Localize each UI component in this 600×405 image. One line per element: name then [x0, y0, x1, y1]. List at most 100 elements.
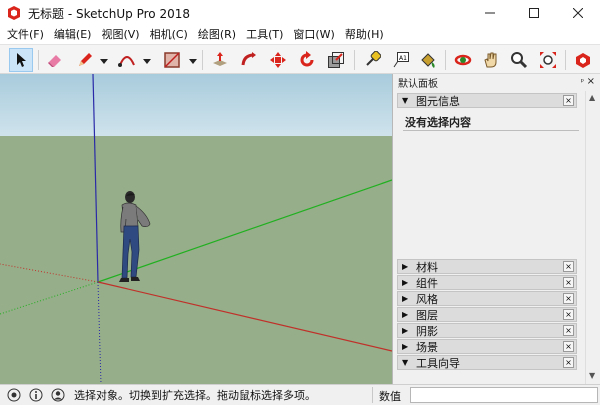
scale-icon — [328, 52, 344, 68]
extension-warehouse-icon — [576, 53, 590, 68]
pan-hand-icon — [484, 52, 497, 68]
scroll-down-icon[interactable]: ▼ — [589, 371, 595, 380]
close-tray-icon[interactable]: × — [563, 261, 574, 272]
menu-edit[interactable]: 编辑(E) — [49, 26, 97, 44]
collapsed-triangle-icon: ▶ — [402, 326, 409, 335]
menu-help[interactable]: 帮助(H) — [340, 26, 389, 44]
arc-icon — [118, 56, 135, 67]
toolbar-separator — [202, 50, 203, 70]
scale-tool-button[interactable] — [324, 48, 348, 72]
panel-scrollbar[interactable]: ▲ ▼ — [585, 91, 600, 384]
maximize-button[interactable] — [512, 0, 556, 26]
minimize-button[interactable] — [468, 0, 512, 26]
follow-me-icon — [241, 52, 256, 66]
menu-draw[interactable]: 绘图(R) — [193, 26, 241, 44]
user-account-icon[interactable] — [50, 387, 66, 403]
menu-file[interactable]: 文件(F) — [2, 26, 49, 44]
close-tray-icon[interactable]: × — [563, 95, 574, 106]
menu-view[interactable]: 视图(V) — [96, 26, 144, 44]
minimize-icon — [485, 12, 495, 14]
paint-bucket-icon — [421, 53, 435, 68]
select-arrow-icon — [17, 53, 26, 67]
close-panel-icon[interactable]: × — [587, 76, 595, 87]
follow-me-tool-button[interactable] — [237, 48, 261, 72]
zoom-extents-icon — [540, 52, 556, 68]
tray-shadows[interactable]: ▶ 阴影 × — [397, 323, 577, 338]
maximize-icon — [529, 8, 539, 18]
close-icon — [573, 8, 583, 18]
rectangle-tool-button[interactable] — [160, 48, 184, 72]
tray-materials[interactable]: ▶ 材料 × — [397, 259, 577, 274]
scene-canvas[interactable] — [0, 74, 392, 384]
entity-info-body: 没有选择内容 — [397, 111, 579, 131]
geo-location-icon[interactable] — [6, 387, 22, 403]
chevron-down-icon[interactable] — [189, 57, 197, 65]
menu-tools[interactable]: 工具(T) — [241, 26, 288, 44]
scroll-up-icon[interactable]: ▲ — [589, 93, 595, 102]
extension-warehouse-button[interactable] — [571, 48, 595, 72]
tray-components[interactable]: ▶ 组件 × — [397, 275, 577, 290]
pin-icon[interactable]: ᵖ — [581, 77, 584, 86]
measurements-input[interactable] — [410, 387, 598, 403]
tray-label: 图元信息 — [416, 94, 460, 108]
collapsed-triangle-icon: ▶ — [402, 262, 409, 271]
orbit-tool-button[interactable] — [451, 48, 475, 72]
tray-label: 组件 — [416, 276, 438, 290]
menu-window[interactable]: 窗口(W) — [288, 26, 339, 44]
tray-label: 工具向导 — [416, 356, 460, 370]
main-toolbar: A1 — [0, 44, 600, 74]
toolbar-separator — [565, 50, 566, 70]
model-viewport[interactable] — [0, 74, 392, 384]
sky — [0, 74, 392, 136]
toolbar-separator — [354, 50, 355, 70]
sketchup-logo-icon — [8, 6, 20, 20]
tray-label: 场景 — [416, 340, 438, 354]
expanded-triangle-icon: ▼ — [402, 96, 409, 105]
tray-scenes[interactable]: ▶ 场景 × — [397, 339, 577, 354]
text-tool-button[interactable]: A1 — [389, 48, 413, 72]
push-pull-tool-button[interactable] — [208, 48, 232, 72]
tape-measure-icon — [366, 51, 381, 66]
close-tray-icon[interactable]: × — [563, 325, 574, 336]
arc-tool-button[interactable] — [115, 48, 139, 72]
panel-title: 默认面板 — [398, 79, 438, 90]
close-tray-icon[interactable]: × — [563, 293, 574, 304]
info-icon[interactable] — [28, 387, 44, 403]
orbit-icon — [454, 54, 472, 66]
status-hint: 选择对象。切换到扩充选择。拖动鼠标选择多项。 — [74, 389, 316, 402]
collapsed-triangle-icon: ▶ — [402, 342, 409, 351]
zoom-tool-button[interactable] — [507, 48, 531, 72]
close-tray-icon[interactable]: × — [563, 309, 574, 320]
tape-measure-tool-button[interactable] — [360, 48, 384, 72]
paint-bucket-tool-button[interactable] — [416, 48, 440, 72]
tray-entity-info[interactable]: ▼ 图元信息 × — [397, 93, 577, 108]
push-pull-icon — [213, 52, 227, 66]
select-tool-button[interactable] — [9, 48, 33, 72]
measurements-label: 数值 — [379, 390, 401, 403]
tray-layers[interactable]: ▶ 图层 × — [397, 307, 577, 322]
close-tray-icon[interactable]: × — [563, 277, 574, 288]
ground — [0, 136, 392, 384]
expanded-triangle-icon: ▼ — [402, 358, 409, 367]
chevron-down-icon[interactable] — [100, 57, 108, 65]
line-tool-button[interactable] — [73, 48, 97, 72]
tray-styles[interactable]: ▶ 风格 × — [397, 291, 577, 306]
rotate-icon — [300, 51, 314, 67]
close-window-button[interactable] — [556, 0, 600, 26]
tray-label: 材料 — [416, 260, 438, 274]
svg-text:A1: A1 — [399, 55, 407, 62]
chevron-down-icon[interactable] — [143, 57, 151, 65]
pan-tool-button[interactable] — [479, 48, 503, 72]
tray-instructor[interactable]: ▼ 工具向导 × — [397, 355, 577, 370]
close-tray-icon[interactable]: × — [563, 357, 574, 368]
eraser-tool-button[interactable] — [43, 48, 67, 72]
eraser-icon — [48, 55, 61, 67]
close-tray-icon[interactable]: × — [563, 341, 574, 352]
move-tool-button[interactable] — [266, 48, 290, 72]
zoom-extents-tool-button[interactable] — [536, 48, 560, 72]
collapsed-triangle-icon: ▶ — [402, 294, 409, 303]
menu-camera[interactable]: 相机(C) — [145, 26, 193, 44]
rotate-tool-button[interactable] — [295, 48, 319, 72]
status-bar: 选择对象。切换到扩充选择。拖动鼠标选择多项。 数值 — [0, 384, 600, 405]
tray-label: 风格 — [416, 292, 438, 306]
